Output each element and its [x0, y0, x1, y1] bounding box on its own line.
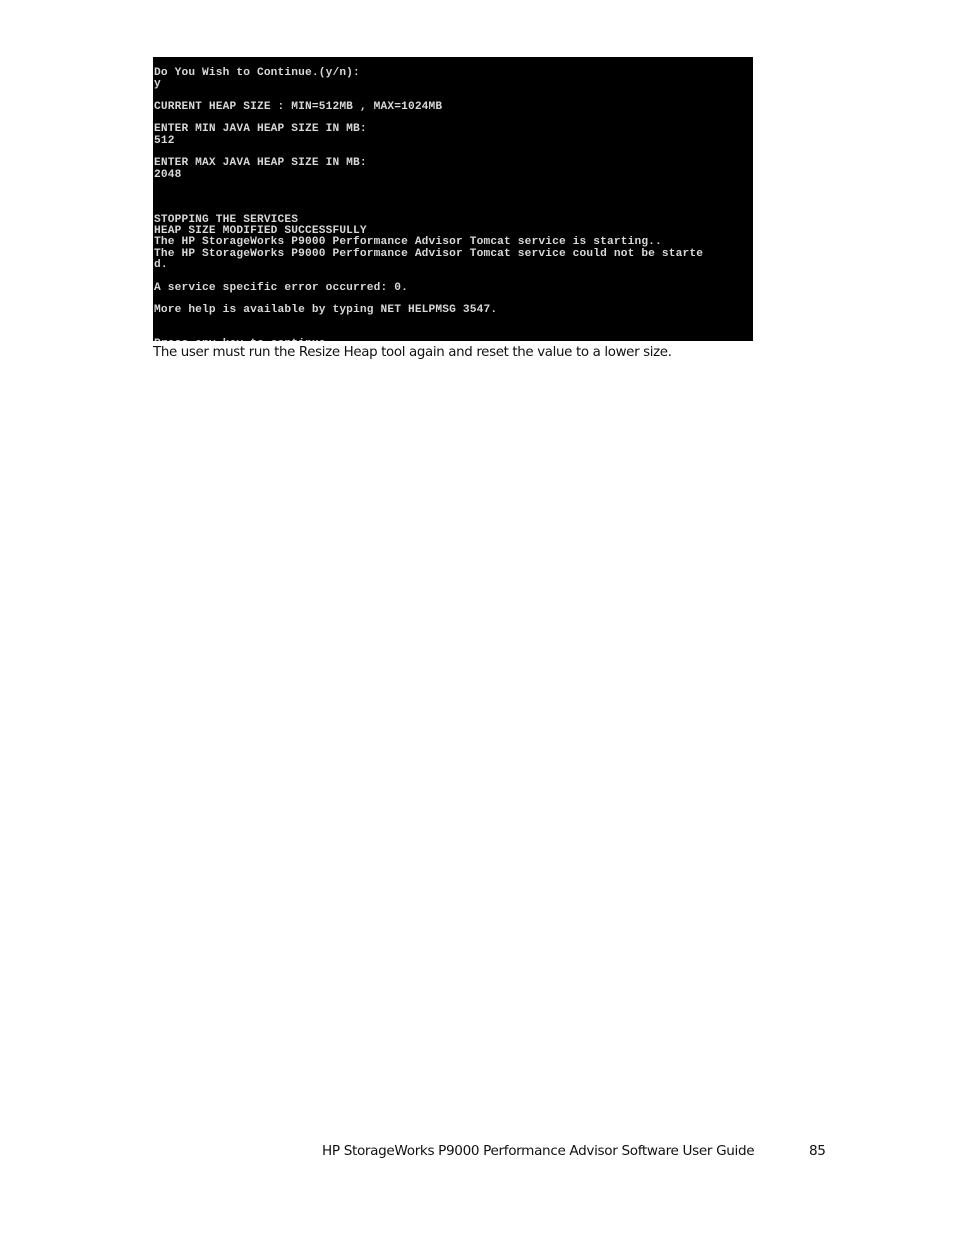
body-caption: The user must run the Resize Heap tool a… — [153, 345, 672, 360]
console-prompt-line: Press any key to continue . . . — [154, 338, 753, 341]
console-line: Do You Wish to Continue.(y/n): — [154, 67, 360, 79]
console-line: The HP StorageWorks P9000 Performance Ad… — [154, 247, 704, 260]
console-line: 2048 — [154, 168, 182, 181]
console-line: y — [154, 78, 161, 91]
console-screenshot: Do You Wish to Continue.(y/n): y CURRENT… — [153, 57, 753, 341]
console-line: ENTER MIN JAVA HEAP SIZE IN MB: — [154, 123, 367, 136]
page-footer: HP StorageWorks P9000 Performance Adviso… — [322, 1143, 826, 1159]
console-line: ENTER MAX JAVA HEAP SIZE IN MB: — [154, 157, 367, 170]
console-line: CURRENT HEAP SIZE : MIN=512MB , MAX=1024… — [154, 100, 443, 113]
console-line: d. — [154, 259, 168, 272]
console-line: 512 — [154, 134, 175, 147]
console-line: More help is available by typing NET HEL… — [154, 304, 498, 317]
page-number: 85 — [809, 1143, 826, 1159]
console-prompt-text: Press any key to continue . . . — [154, 338, 374, 341]
footer-guide-title: HP StorageWorks P9000 Performance Adviso… — [322, 1143, 755, 1159]
console-line: A service specific error occurred: 0. — [154, 281, 408, 294]
